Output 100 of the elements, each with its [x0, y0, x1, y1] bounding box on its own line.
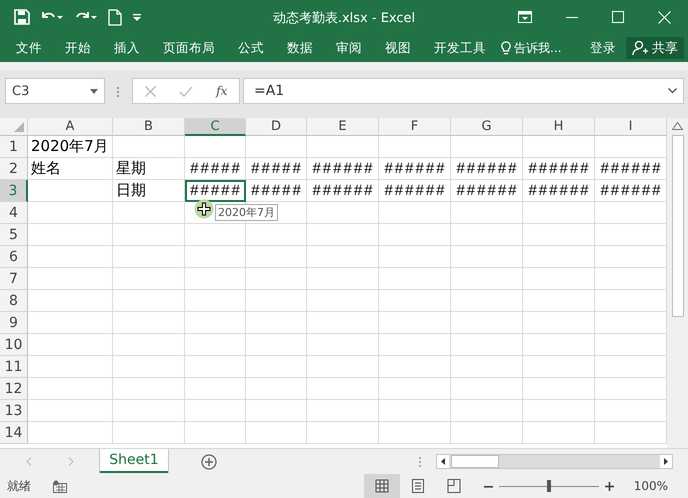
table-cell[interactable]	[451, 290, 523, 312]
table-cell[interactable]	[246, 224, 307, 246]
table-cell[interactable]	[246, 290, 307, 312]
table-cell[interactable]	[246, 356, 307, 378]
table-cell[interactable]	[185, 268, 246, 290]
table-cell[interactable]: ######	[523, 180, 595, 202]
row-header[interactable]: 10	[0, 334, 28, 356]
table-cell[interactable]	[523, 202, 595, 224]
row-header[interactable]: 9	[0, 312, 28, 334]
scroll-left-icon[interactable]	[437, 455, 449, 468]
ribbon-tab[interactable]: 文件	[16, 40, 42, 56]
table-cell[interactable]	[28, 180, 113, 202]
maximize-icon[interactable]	[612, 11, 624, 23]
table-cell[interactable]	[307, 356, 379, 378]
table-cell[interactable]	[379, 136, 451, 158]
table-cell[interactable]: ######	[451, 180, 523, 202]
table-cell[interactable]	[523, 356, 595, 378]
row-header[interactable]: 6	[0, 246, 28, 268]
table-cell[interactable]: ######	[451, 158, 523, 180]
table-cell[interactable]	[523, 422, 595, 444]
scroll-right-icon[interactable]	[660, 455, 672, 468]
table-cell[interactable]	[113, 312, 185, 334]
table-cell[interactable]	[451, 356, 523, 378]
table-cell[interactable]	[246, 422, 307, 444]
table-cell[interactable]	[307, 378, 379, 400]
horizontal-scroll-thumb[interactable]	[451, 455, 499, 468]
table-cell[interactable]	[185, 378, 246, 400]
table-cell[interactable]	[113, 378, 185, 400]
table-cell[interactable]	[451, 378, 523, 400]
table-cell[interactable]: 星期	[113, 158, 185, 180]
insert-function-button[interactable]: fx	[216, 84, 228, 98]
table-cell[interactable]	[379, 422, 451, 444]
table-cell[interactable]	[246, 334, 307, 356]
row-header[interactable]: 8	[0, 290, 28, 312]
table-cell[interactable]	[451, 334, 523, 356]
table-cell[interactable]: 2020年7月	[28, 136, 113, 158]
close-icon[interactable]	[658, 10, 671, 24]
scroll-thumb[interactable]	[672, 135, 684, 317]
table-cell[interactable]	[185, 246, 246, 268]
table-cell[interactable]: ######	[379, 180, 451, 202]
ribbon-tab[interactable]: 插入	[114, 40, 140, 56]
table-cell[interactable]	[28, 202, 113, 224]
macro-record-icon[interactable]	[53, 480, 67, 492]
table-cell[interactable]	[379, 268, 451, 290]
table-cell[interactable]	[113, 422, 185, 444]
table-cell[interactable]	[451, 268, 523, 290]
save-icon[interactable]	[14, 9, 30, 25]
ribbon-tab[interactable]: 公式	[238, 40, 264, 56]
table-cell[interactable]	[185, 400, 246, 422]
table-cell[interactable]	[523, 224, 595, 246]
table-cell[interactable]: ######	[307, 158, 379, 180]
sign-in-link[interactable]: 登录	[590, 40, 616, 56]
table-cell[interactable]	[307, 246, 379, 268]
table-cell[interactable]	[451, 246, 523, 268]
table-cell[interactable]	[523, 312, 595, 334]
table-cell[interactable]: 姓名	[28, 158, 113, 180]
add-sheet-icon[interactable]	[201, 454, 217, 470]
table-cell[interactable]	[379, 224, 451, 246]
table-cell[interactable]	[523, 268, 595, 290]
table-cell[interactable]	[113, 268, 185, 290]
table-cell[interactable]: ######	[307, 180, 379, 202]
table-cell[interactable]	[307, 312, 379, 334]
table-cell[interactable]	[307, 290, 379, 312]
normal-view-button[interactable]	[364, 474, 400, 498]
table-cell[interactable]	[379, 312, 451, 334]
table-cell[interactable]	[379, 290, 451, 312]
table-cell[interactable]	[523, 290, 595, 312]
table-cell[interactable]	[28, 268, 113, 290]
table-cell[interactable]	[185, 224, 246, 246]
table-cell[interactable]	[307, 136, 379, 158]
table-cell[interactable]	[307, 422, 379, 444]
table-cell[interactable]: #####	[246, 158, 307, 180]
table-cell[interactable]	[451, 422, 523, 444]
table-cell[interactable]	[307, 224, 379, 246]
expand-caret-icon[interactable]	[668, 88, 677, 94]
row-header[interactable]: 11	[0, 356, 28, 378]
table-cell[interactable]: #####	[246, 180, 307, 202]
column-header[interactable]: D	[246, 118, 307, 136]
table-cell[interactable]	[451, 400, 523, 422]
ribbon-display-icon[interactable]	[518, 11, 532, 23]
table-cell[interactable]	[113, 290, 185, 312]
row-header[interactable]: 14	[0, 422, 28, 444]
table-cell[interactable]	[28, 422, 113, 444]
row-header[interactable]: 4	[0, 202, 28, 224]
table-cell[interactable]	[246, 136, 307, 158]
table-cell[interactable]	[113, 202, 185, 224]
row-header[interactable]: 5	[0, 224, 28, 246]
table-cell[interactable]	[523, 246, 595, 268]
table-cell[interactable]	[523, 400, 595, 422]
column-header[interactable]: A	[28, 118, 113, 136]
table-cell[interactable]	[307, 268, 379, 290]
customize-caret-icon[interactable]	[132, 12, 142, 22]
table-cell[interactable]	[185, 312, 246, 334]
table-cell[interactable]: ######	[379, 158, 451, 180]
column-header[interactable]: H	[523, 118, 595, 136]
table-cell[interactable]	[113, 136, 185, 158]
column-header[interactable]: C	[185, 118, 246, 136]
table-cell[interactable]	[28, 378, 113, 400]
column-header[interactable]: G	[451, 118, 523, 136]
table-cell[interactable]: 日期	[113, 180, 185, 202]
